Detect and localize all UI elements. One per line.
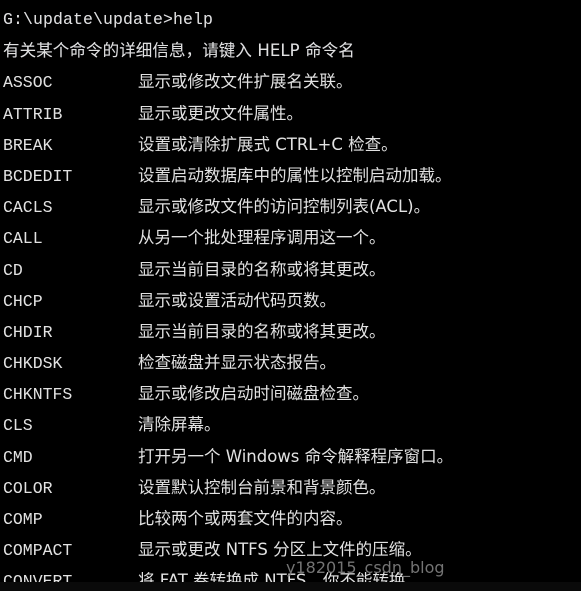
command-name: CHKDSK	[3, 354, 63, 374]
command-row: CD 显示当前目录的名称或将其更改。	[3, 254, 581, 285]
command-name: ASSOC	[3, 73, 53, 93]
command-row: COLOR 设置默认控制台前景和背景颜色。	[3, 472, 581, 503]
command-row: CHKDSK 检查磁盘并显示状态报告。	[3, 347, 581, 378]
command-name: COMP	[3, 510, 43, 529]
command-description: 显示或修改启动时间磁盘检查。	[138, 384, 369, 404]
command-row: CHDIR 显示当前目录的名称或将其更改。	[3, 316, 581, 347]
command-name: COLOR	[3, 478, 53, 498]
command-row: COMPACT 显示或更改 NTFS 分区上文件的压缩。	[3, 534, 581, 565]
terminal-console[interactable]: G:\update\update>help 有关某个命令的详细信息，请键入 HE…	[0, 0, 581, 591]
command-row: CALL 从另一个批处理程序调用这一个。	[3, 222, 581, 253]
command-description: 显示或修改文件的访问控制列表(ACL)。	[138, 197, 431, 217]
command-row: ATTRIB 显示或更改文件属性。	[3, 98, 581, 129]
command-row: CMD 打开另一个 Windows 命令解释程序窗口。	[3, 441, 581, 472]
command-name: CMD	[3, 447, 33, 467]
command-row: BCDEDIT 设置启动数据库中的属性以控制启动加载。	[3, 160, 581, 191]
command-description: 清除屏幕。	[138, 415, 221, 435]
command-name: CHCP	[3, 291, 43, 311]
command-name: CALL	[3, 229, 43, 249]
command-description: 显示当前目录的名称或将其更改。	[138, 259, 386, 279]
command-row: CHKNTFS 显示或修改启动时间磁盘检查。	[3, 378, 581, 409]
command-description: 显示或更改文件属性。	[138, 103, 303, 123]
command-name: CHDIR	[3, 322, 53, 342]
command-row: CLS 清除屏幕。	[3, 409, 581, 440]
command-description: 从另一个批处理程序调用这一个。	[138, 228, 386, 248]
command-description: 显示当前目录的名称或将其更改。	[138, 321, 386, 341]
command-description: 打开另一个 Windows 命令解释程序窗口。	[138, 446, 454, 466]
command-description: 显示或更改 NTFS 分区上文件的压缩。	[138, 540, 422, 560]
command-name: CHKNTFS	[3, 385, 73, 405]
command-description: 显示或修改文件扩展名关联。	[138, 72, 353, 92]
bottom-edge-strip	[0, 582, 581, 591]
command-description: 设置启动数据库中的属性以控制启动加载。	[138, 165, 452, 185]
command-name: BCDEDIT	[3, 166, 73, 186]
command-list: ASSOC 显示或修改文件扩展名关联。 ATTRIB 显示或更改文件属性。 BREAK 设…	[3, 66, 581, 591]
command-name: CACLS	[3, 198, 53, 218]
command-prompt-line: G:\update\update>help	[3, 10, 214, 29]
command-name: COMPACT	[3, 541, 73, 561]
command-row: CACLS 显示或修改文件的访问控制列表(ACL)。	[3, 191, 581, 222]
command-row: CHCP 显示或设置活动代码页数。	[3, 285, 581, 316]
command-description: 设置默认控制台前景和背景颜色。	[138, 477, 386, 497]
command-row: BREAK 设置或清除扩展式 CTRL+C 检查。	[3, 129, 581, 160]
command-row: ASSOC 显示或修改文件扩展名关联。	[3, 66, 581, 97]
command-description: 比较两个或两套文件的内容。	[138, 509, 353, 528]
command-description: 设置或清除扩展式 CTRL+C 检查。	[138, 134, 398, 154]
command-name: CD	[3, 260, 23, 280]
command-row: COMP 比较两个或两套文件的内容。	[3, 503, 581, 534]
command-name: ATTRIB	[3, 104, 63, 124]
help-intro-line: 有关某个命令的详细信息，请键入 HELP 命令名	[3, 41, 355, 61]
command-description: 检查磁盘并显示状态报告。	[138, 353, 336, 373]
command-description: 显示或设置活动代码页数。	[138, 290, 336, 310]
command-name: CLS	[3, 416, 33, 436]
command-name: BREAK	[3, 135, 53, 155]
